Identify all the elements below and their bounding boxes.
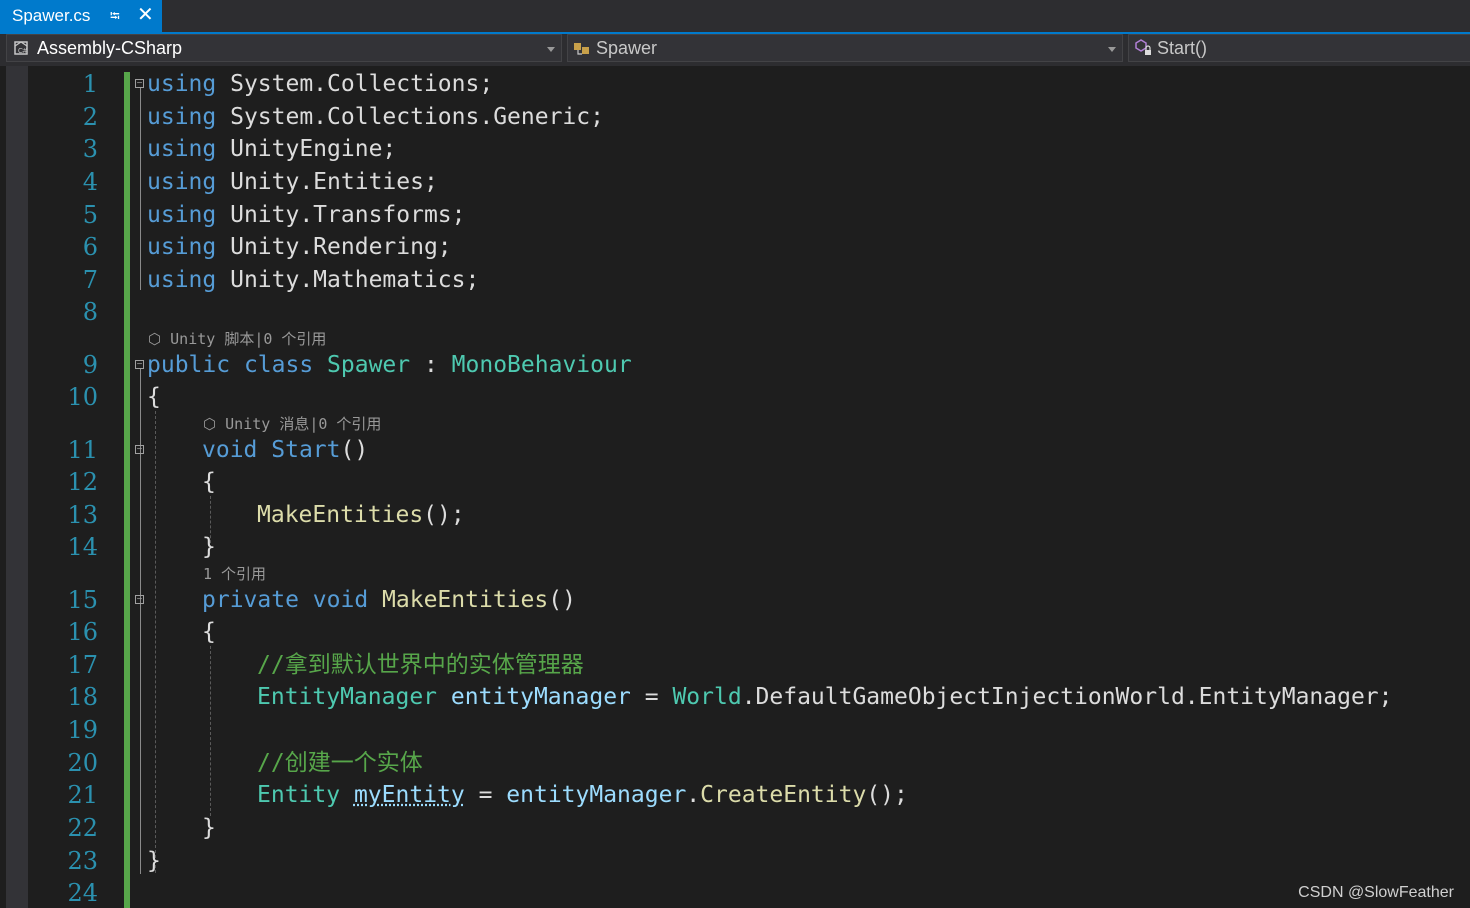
line-number: 24 — [67, 879, 98, 907]
chevron-down-icon — [547, 47, 555, 52]
code-line-7: using Unity.Mathematics; — [147, 267, 480, 293]
method-lock-icon — [1135, 39, 1151, 55]
line-number: 14 — [67, 533, 98, 561]
line-number: 1 — [82, 70, 98, 98]
line-number: 16 — [67, 618, 98, 646]
line-number: 4 — [82, 168, 98, 196]
line-number: 22 — [67, 814, 98, 842]
codelens-class[interactable]: ⬡ Unity 脚本|0 个引用 — [148, 328, 326, 349]
outline-line — [140, 88, 141, 290]
line-number: 7 — [82, 266, 98, 294]
svg-text:C#: C# — [18, 48, 27, 55]
code-line-5: using Unity.Transforms; — [147, 202, 466, 228]
pin-icon[interactable]: ⭾ — [110, 7, 120, 29]
code-line-9: public class Spawer : MonoBehaviour — [147, 352, 632, 378]
code-line-21: Entity myEntity = entityManager.CreateEn… — [257, 782, 908, 808]
code-editor[interactable]: 1 2 3 4 5 6 7 8 9 10 11 12 13 14 15 16 1… — [0, 66, 1470, 908]
change-tracking-bar — [124, 72, 130, 908]
unity-icon: ⬡ — [148, 330, 162, 348]
code-line-20: //创建一个实体 — [257, 750, 423, 776]
code-line-12: { — [202, 469, 216, 495]
code-line-15: private void MakeEntities() — [202, 587, 576, 613]
collapse-icon[interactable]: − — [135, 79, 144, 89]
outline-line — [140, 604, 141, 834]
member-label: Start() — [1157, 38, 1208, 58]
code-line-10: { — [147, 384, 161, 410]
code-line-13: MakeEntities(); — [257, 502, 465, 528]
collapse-icon[interactable]: − — [135, 445, 144, 455]
close-icon[interactable]: ✕ — [137, 4, 154, 26]
code-line-18: EntityManager entityManager = World.Defa… — [257, 684, 1393, 710]
code-line-16: { — [202, 619, 216, 645]
collapse-icon[interactable]: − — [135, 595, 144, 605]
class-label: Spawer — [596, 38, 658, 58]
code-line-22: } — [202, 815, 216, 841]
line-number: 23 — [67, 847, 98, 875]
class-dropdown[interactable]: Spawer — [567, 34, 1123, 62]
tab-bar: Spawer.cs ⭾ ✕ — [0, 0, 1470, 34]
member-dropdown[interactable]: Start() — [1128, 34, 1470, 62]
code-line-14: } — [202, 534, 216, 560]
tab-label: Spawer.cs — [12, 6, 91, 25]
unity-icon: ⬡ — [203, 415, 217, 433]
line-number: 9 — [82, 351, 98, 379]
code-line-6: using Unity.Rendering; — [147, 234, 452, 260]
code-line-17: //拿到默认世界中的实体管理器 — [257, 652, 584, 678]
watermark: CSDN @SlowFeather — [1298, 884, 1454, 901]
code-line-11: void Start() — [202, 437, 369, 463]
indent-guide — [155, 411, 156, 873]
line-number: 18 — [67, 683, 98, 711]
line-number: 2 — [82, 103, 98, 131]
line-number: 12 — [67, 468, 98, 496]
codelens-make-entities[interactable]: 1 个引用 — [203, 563, 266, 584]
code-line-3: using UnityEngine; — [147, 136, 397, 162]
chevron-down-icon — [1108, 47, 1116, 52]
line-number: 8 — [82, 298, 98, 326]
line-number: 10 — [67, 383, 98, 411]
collapse-icon[interactable]: − — [135, 360, 144, 370]
line-number: 5 — [82, 201, 98, 229]
class-icon — [574, 43, 589, 55]
indent-guide — [210, 646, 211, 816]
outline-line — [140, 454, 141, 564]
line-number: 6 — [82, 233, 98, 261]
line-number: 15 — [67, 586, 98, 614]
line-number: 13 — [67, 501, 98, 529]
line-number: 21 — [67, 781, 98, 809]
line-number: 19 — [67, 716, 98, 744]
line-number: 20 — [67, 749, 98, 777]
project-dropdown[interactable]: C# Assembly-CSharp — [6, 34, 562, 62]
navigation-bar: C# Assembly-CSharp Spawer Start() — [0, 34, 1470, 66]
code-line-4: using Unity.Entities; — [147, 169, 438, 195]
line-number: 11 — [67, 436, 98, 464]
code-line-23: } — [147, 848, 161, 874]
tab-spawer-cs[interactable]: Spawer.cs ⭾ ✕ — [0, 0, 162, 32]
code-line-2: using System.Collections.Generic; — [147, 104, 604, 130]
codelens-start[interactable]: ⬡ Unity 消息|0 个引用 — [203, 413, 381, 434]
line-number: 17 — [67, 651, 98, 679]
indicator-margin — [6, 66, 28, 908]
project-icon: C# — [14, 41, 28, 55]
project-label: Assembly-CSharp — [37, 38, 183, 58]
line-number: 3 — [82, 135, 98, 163]
code-line-1: using System.Collections; — [147, 71, 494, 97]
